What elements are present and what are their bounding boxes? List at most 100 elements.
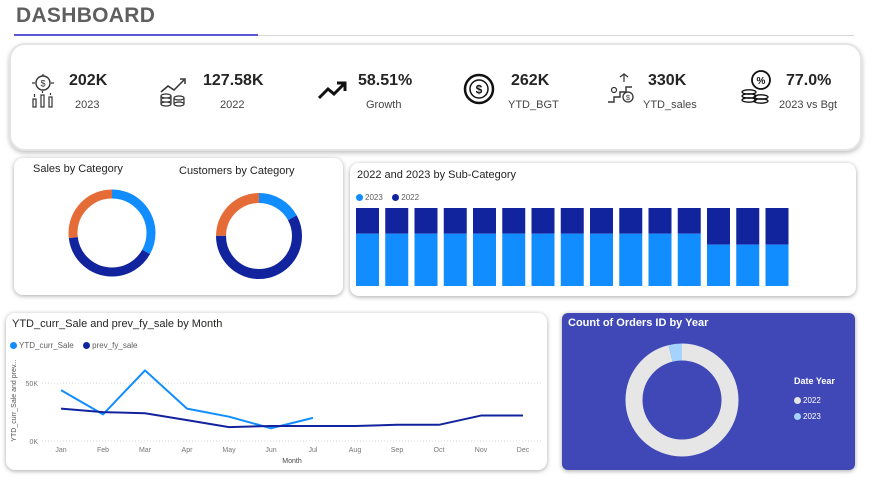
legend-dot-2023 <box>794 413 801 421</box>
bar-2023-5[interactable] <box>502 233 526 286</box>
orders-donut[interactable] <box>625 343 739 457</box>
x-tick-label: Nov <box>475 447 488 454</box>
bar-2022-9[interactable] <box>619 208 643 234</box>
kpi-growth[interactable]: 58.51% Growth <box>317 72 427 118</box>
x-tick-label: Mar <box>139 447 152 454</box>
y-axis-label: YTD_curr_Sale and prev... <box>11 359 18 441</box>
legend-dot-ytd <box>10 342 17 350</box>
x-tick-label: Feb <box>97 447 109 454</box>
kpi-card <box>9 43 862 151</box>
kpi-label: YTD_BGT <box>508 99 559 111</box>
orders-legend-title: Date Year <box>794 376 835 386</box>
orders-chart-title: Count of Orders ID by Year <box>568 317 709 329</box>
kpi-value: 58.51% <box>358 72 413 89</box>
kpi-label: 2023 vs Bgt <box>779 99 838 111</box>
bar-2023-11[interactable] <box>677 233 701 286</box>
subcategory-chart-title: 2022 and 2023 by Sub-Category <box>357 169 517 181</box>
bar-2022-1[interactable] <box>385 208 409 234</box>
kpi-2022[interactable]: 127.58K 2022 <box>158 72 278 118</box>
legend-dot-2022 <box>392 194 400 202</box>
bar-2023-14[interactable] <box>765 244 789 286</box>
kpi-value: 330K <box>648 72 687 89</box>
legend-label: 2022 <box>401 193 420 203</box>
bar-2023-4[interactable] <box>473 233 496 286</box>
x-tick-label: Sep <box>391 447 404 454</box>
subcategory-bar-chart[interactable] <box>354 208 852 288</box>
legend-dot-2022 <box>794 397 801 405</box>
kpi-value: 127.58K <box>203 72 264 89</box>
bar-2023-9[interactable] <box>619 233 643 286</box>
bar-2022-10[interactable] <box>648 208 672 234</box>
subcategory-legend: 2023 2022 <box>356 189 424 207</box>
legend-label: YTD_curr_Sale <box>19 341 74 351</box>
bar-2022-5[interactable] <box>502 208 526 234</box>
bar-2023-6[interactable] <box>531 233 555 286</box>
legend-label: 2023 <box>365 193 383 203</box>
svg-text:$: $ <box>40 79 45 89</box>
bar-2022-12[interactable] <box>707 208 730 245</box>
svg-text:%: % <box>757 76 766 87</box>
bar-2023-3[interactable] <box>443 233 467 286</box>
legend-label: prev_fy_sale <box>92 341 138 351</box>
kpi-value: 262K <box>511 72 550 89</box>
bar-2023-12[interactable] <box>707 244 730 286</box>
bar-2022-11[interactable] <box>677 208 701 234</box>
x-tick-label: Jul <box>309 447 318 454</box>
svg-text:$: $ <box>476 83 483 97</box>
x-tick-label: Oct <box>434 447 445 454</box>
kpi-label: Growth <box>366 99 402 111</box>
kpi-value: 77.0% <box>786 72 832 89</box>
bar-2022-0[interactable] <box>356 208 379 234</box>
kpi-label: 2022 <box>220 99 245 111</box>
title-divider <box>258 35 854 36</box>
bar-2022-3[interactable] <box>443 208 467 234</box>
trend-up-arrow-icon <box>317 81 347 100</box>
bar-2023-0[interactable] <box>356 233 379 286</box>
svg-text:$: $ <box>626 95 630 102</box>
y-tick-label: 0K <box>29 439 38 446</box>
kpi-ytd-bgt[interactable]: $ 262K YTD_BGT <box>463 72 563 118</box>
x-tick-label: Apr <box>182 447 194 454</box>
bar-2022-4[interactable] <box>473 208 496 234</box>
bar-2022-8[interactable] <box>590 208 613 234</box>
percent-coins-icon: % <box>741 70 771 104</box>
bar-2023-1[interactable] <box>385 233 409 286</box>
bar-2023-7[interactable] <box>560 233 584 286</box>
x-tick-label: Dec <box>517 447 530 454</box>
customers-by-category-donut[interactable] <box>213 190 305 282</box>
kpi-label: 2023 <box>75 99 100 111</box>
kpi-2023[interactable]: $ 202K 2023 <box>27 72 117 118</box>
bar-2022-14[interactable] <box>765 208 789 245</box>
legend-dot-prev <box>83 342 91 350</box>
sales-by-category-title: Sales by Category <box>33 163 123 175</box>
orders-year-slice-0[interactable] <box>625 343 739 457</box>
x-axis-label: Month <box>282 458 302 465</box>
kpi-label: YTD_sales <box>643 99 697 111</box>
coins-chart-icon <box>160 78 186 107</box>
line-chart[interactable]: 0K 50K YTD_curr_Sale and prev... Jan Feb Mar A… <box>8 350 544 466</box>
orders-legend-2023: 2023 <box>794 408 826 426</box>
kpi-2023-vs-bgt[interactable]: % 77.0% 2023 vs Bgt <box>740 70 850 118</box>
customers-by-category-title: Customers by Category <box>179 165 295 177</box>
bar-2023-2[interactable] <box>414 233 438 286</box>
kpi-ytd-sales[interactable]: $ 330K YTD_sales <box>606 72 706 118</box>
bar-2022-2[interactable] <box>414 208 438 234</box>
x-tick-label: Jan <box>55 447 66 454</box>
bar-2022-13[interactable] <box>736 208 760 245</box>
line-chart-title: YTD_curr_Sale and prev_fy_sale by Month <box>12 318 223 330</box>
line-series-prev-fy-sale[interactable] <box>60 407 523 429</box>
bar-2023-10[interactable] <box>648 233 672 286</box>
x-tick-label: Jun <box>265 447 276 454</box>
title-underline <box>14 34 258 36</box>
dollar-target-icon: $ <box>463 73 495 105</box>
y-tick-label: 50K <box>26 381 39 388</box>
bar-2023-13[interactable] <box>736 244 760 286</box>
legend-label: 2023 <box>803 412 821 422</box>
x-tick-label: May <box>222 447 236 454</box>
money-growth-icon: $ <box>32 74 54 108</box>
sales-by-category-donut[interactable] <box>66 187 158 279</box>
x-tick-label: Aug <box>349 447 362 454</box>
bar-2022-6[interactable] <box>531 208 555 234</box>
bar-2023-8[interactable] <box>590 233 613 286</box>
bar-2022-7[interactable] <box>560 208 584 234</box>
